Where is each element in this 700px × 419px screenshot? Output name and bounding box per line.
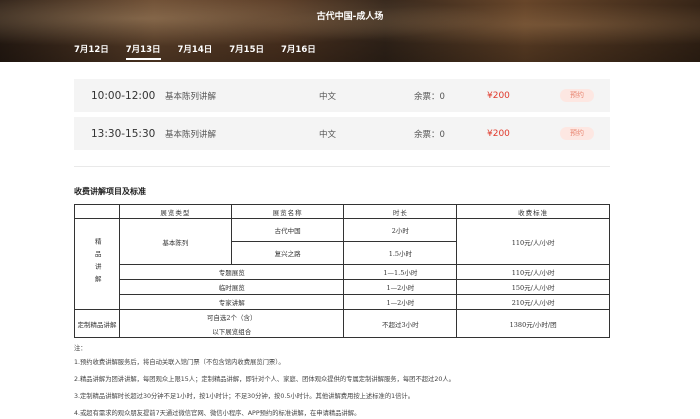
duration-cell: 1—2小时 [343, 294, 458, 310]
note-item: 3.定制精品讲解时长超过30分钟不足1小时，按1小时计；不足30分钟，按0.5小… [74, 393, 415, 400]
custom-label: 定制精品讲解 [74, 309, 120, 338]
table-header-name: 展览名称 [230, 204, 345, 219]
duration-cell: 1—1.5小时 [343, 264, 458, 280]
notes-label: 注： [74, 345, 87, 352]
exhibition-name: 古代中国 [230, 218, 345, 242]
note-item: 2.精品讲解为团讲讲解，每团观众上限15人；定制精品讲解，即针对个人、家庭、团体… [74, 376, 455, 383]
session-remaining: 余票：0 [414, 91, 445, 102]
session-language: 中文 [319, 91, 337, 102]
exhibition-type: 专家讲解 [118, 294, 345, 310]
custom-name-cell: 可自选2个（含） 以下展览组合 [118, 309, 345, 338]
date-tab-0714[interactable]: 7月14日 [178, 43, 213, 60]
fee-cell: 110元/人/小时 [456, 264, 610, 280]
exhibition-type: 专题展览 [118, 264, 345, 280]
table-row: 定制精品讲解 可自选2个（含） 以下展览组合 不超过3小时 1380元/小时/团 [74, 309, 610, 338]
fee-cell: 1380元/小时/团 [456, 309, 610, 338]
category-label: 精品讲解 [93, 238, 102, 288]
table-row: 专家讲解 1—2小时 210元/人/小时 [75, 294, 610, 310]
date-tab-0715[interactable]: 7月15日 [229, 43, 264, 60]
table-header-row: 展览类型 展览名称 时长 收费标准 [74, 204, 610, 219]
notes: 注： 1.预约收费讲解服务后，将自动关联入馆门票（不包含馆内收费展览门票）。 2… [74, 344, 455, 419]
book-button[interactable]: 预约 [560, 127, 594, 140]
book-button[interactable]: 预约 [560, 89, 594, 102]
session-remaining: 余票：0 [414, 129, 445, 140]
session-name: 基本陈列讲解 [165, 91, 217, 102]
fee-cell: 150元/人/小时 [456, 279, 610, 295]
table-row: 专题展览 1—1.5小时 110元/人/小时 [75, 264, 610, 280]
date-tab-0716[interactable]: 7月16日 [281, 43, 316, 60]
duration-cell: 不超过3小时 [343, 309, 458, 338]
fee-cell: 210元/人/小时 [456, 294, 610, 310]
fees-section-title: 收费讲解项目及标准 [74, 187, 146, 196]
session-language: 中文 [319, 129, 337, 140]
table-header-fee: 收费标准 [456, 204, 610, 219]
note-item: 4.或超有需求的观众朋友提前7天通过微信官网、微信小程序、APP预约的标准讲解，… [74, 410, 361, 417]
hero-banner: 古代中国-成人场 7月12日 7月13日 7月14日 7月15日 7月16日 [0, 0, 700, 62]
table-row: 临时展览 1—2小时 150元/人/小时 [75, 279, 610, 295]
session-time: 13:30-15:30 [91, 127, 156, 140]
note-item: 1.预约收费讲解服务后，将自动关联入馆门票（不包含馆内收费展览门票）。 [74, 359, 285, 366]
section-divider [74, 166, 610, 167]
date-tabs: 7月12日 7月13日 7月14日 7月15日 7月16日 [74, 43, 333, 60]
date-tab-0712[interactable]: 7月12日 [74, 43, 109, 60]
table-row: 精品讲解 基本陈列 古代中国 2小时 110元/人/小时 [74, 218, 610, 310]
session-row: 10:00-12:00 基本陈列讲解 中文 余票：0 ¥200 预约 [74, 79, 610, 112]
session-price: ¥200 [487, 90, 510, 101]
duration-cell: 2小时 [343, 218, 458, 242]
custom-name-line2: 以下展览组合 [212, 327, 252, 336]
table-header-corner [74, 204, 120, 219]
table-header-type: 展览类型 [118, 204, 232, 219]
category-cell: 精品讲解 [74, 218, 120, 310]
fee-cell: 110元/人/小时 [456, 218, 610, 265]
basic-type-cell: 基本陈列 [118, 218, 232, 265]
session-time: 10:00-12:00 [91, 89, 156, 102]
exhibition-name: 复兴之路 [230, 241, 345, 265]
fees-table: 展览类型 展览名称 时长 收费标准 精品讲解 基本陈列 古代中国 2小时 110… [74, 204, 610, 338]
duration-cell: 1—2小时 [343, 279, 458, 295]
table-header-duration: 时长 [343, 204, 458, 219]
duration-cell: 1.5小时 [343, 241, 458, 265]
session-name: 基本陈列讲解 [165, 129, 217, 140]
custom-name-line1: 可自选2个（含） [206, 313, 257, 322]
session-price: ¥200 [487, 128, 510, 139]
page-title: 古代中国-成人场 [316, 12, 384, 22]
session-row: 13:30-15:30 基本陈列讲解 中文 余票：0 ¥200 预约 [74, 117, 610, 150]
date-tab-0713[interactable]: 7月13日 [125, 43, 161, 60]
exhibition-type: 临时展览 [118, 279, 345, 295]
